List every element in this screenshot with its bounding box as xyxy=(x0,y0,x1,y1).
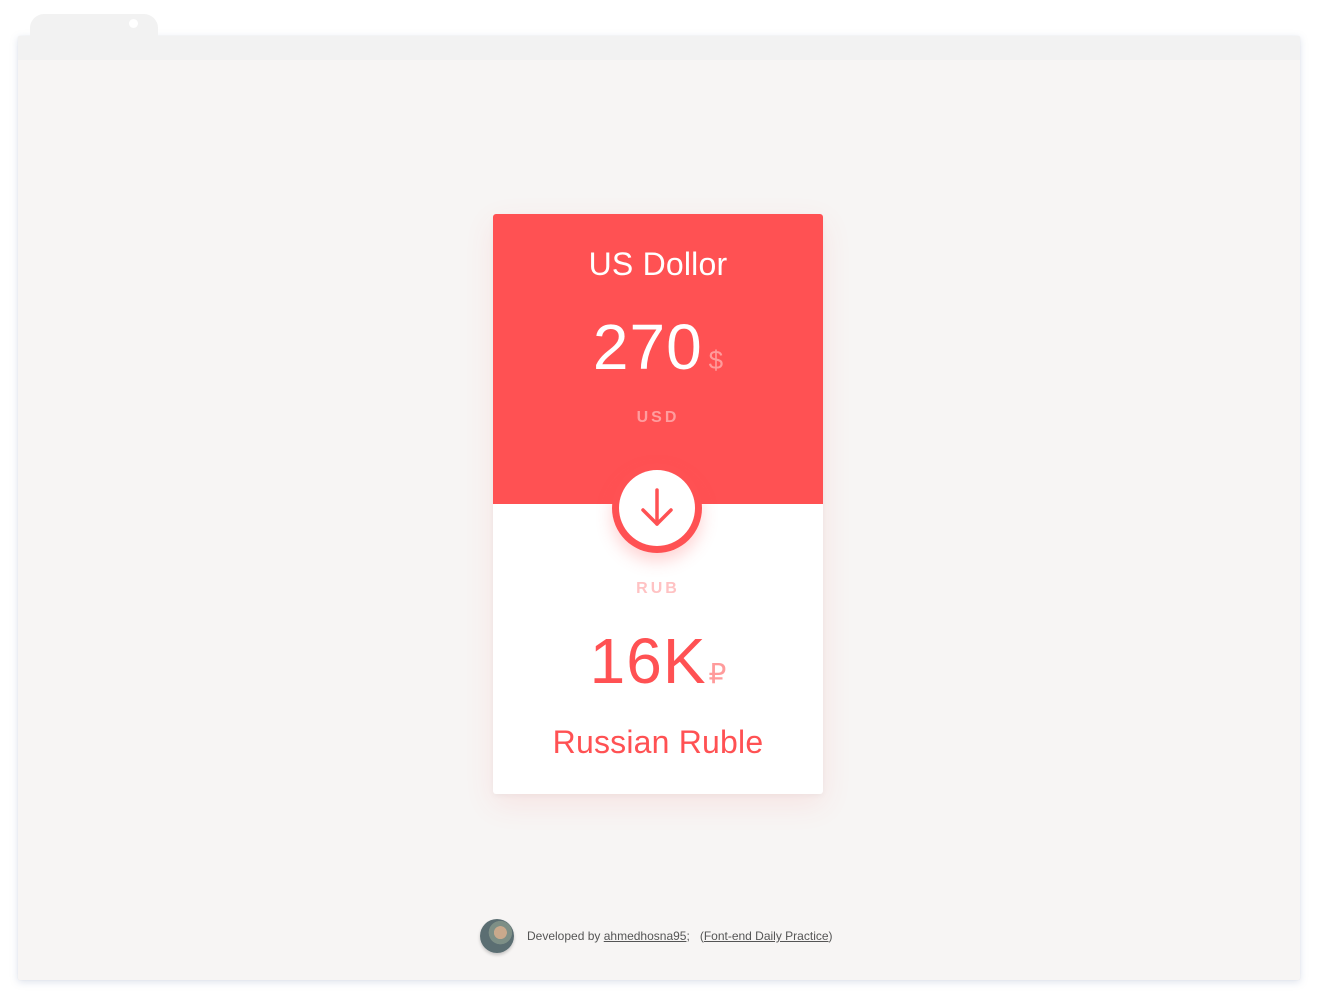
target-currency-name: Russian Ruble xyxy=(552,724,764,760)
source-currency-panel: US Dollor 270 $ USD xyxy=(493,214,823,504)
target-amount-row: 16K₽ xyxy=(493,624,823,698)
footer-prefix: Developed by xyxy=(527,929,601,943)
project-link[interactable]: Font-end Daily Practice xyxy=(704,929,829,943)
source-amount: 270 xyxy=(592,311,703,383)
target-amount: 16K xyxy=(589,625,707,697)
author-avatar[interactable] xyxy=(480,919,514,953)
dollar-symbol: $ xyxy=(708,345,724,375)
source-currency-code: USD xyxy=(636,409,680,426)
convert-button[interactable] xyxy=(612,463,702,553)
browser-tab[interactable] xyxy=(30,14,158,44)
author-link[interactable]: ahmedhosna95 xyxy=(604,929,687,943)
tab-indicator-dot xyxy=(129,19,138,28)
ruble-symbol: ₽ xyxy=(708,658,727,689)
footer-separator: ; xyxy=(686,929,690,943)
browser-title-bar xyxy=(18,36,1300,60)
source-currency-name: US Dollor xyxy=(588,246,728,282)
target-currency-code: RUB xyxy=(636,580,680,597)
arrow-down-icon xyxy=(641,488,673,526)
footer-close-paren: ) xyxy=(828,929,833,943)
convert-button-inner xyxy=(619,470,695,546)
source-amount-row: 270 $ xyxy=(493,310,823,384)
footer-credit: Developed by ahmedhosna95 ; ( Font-end D… xyxy=(480,918,833,954)
currency-converter-card: US Dollor 270 $ USD RUB 16K₽ Russian Rubl… xyxy=(493,214,823,794)
